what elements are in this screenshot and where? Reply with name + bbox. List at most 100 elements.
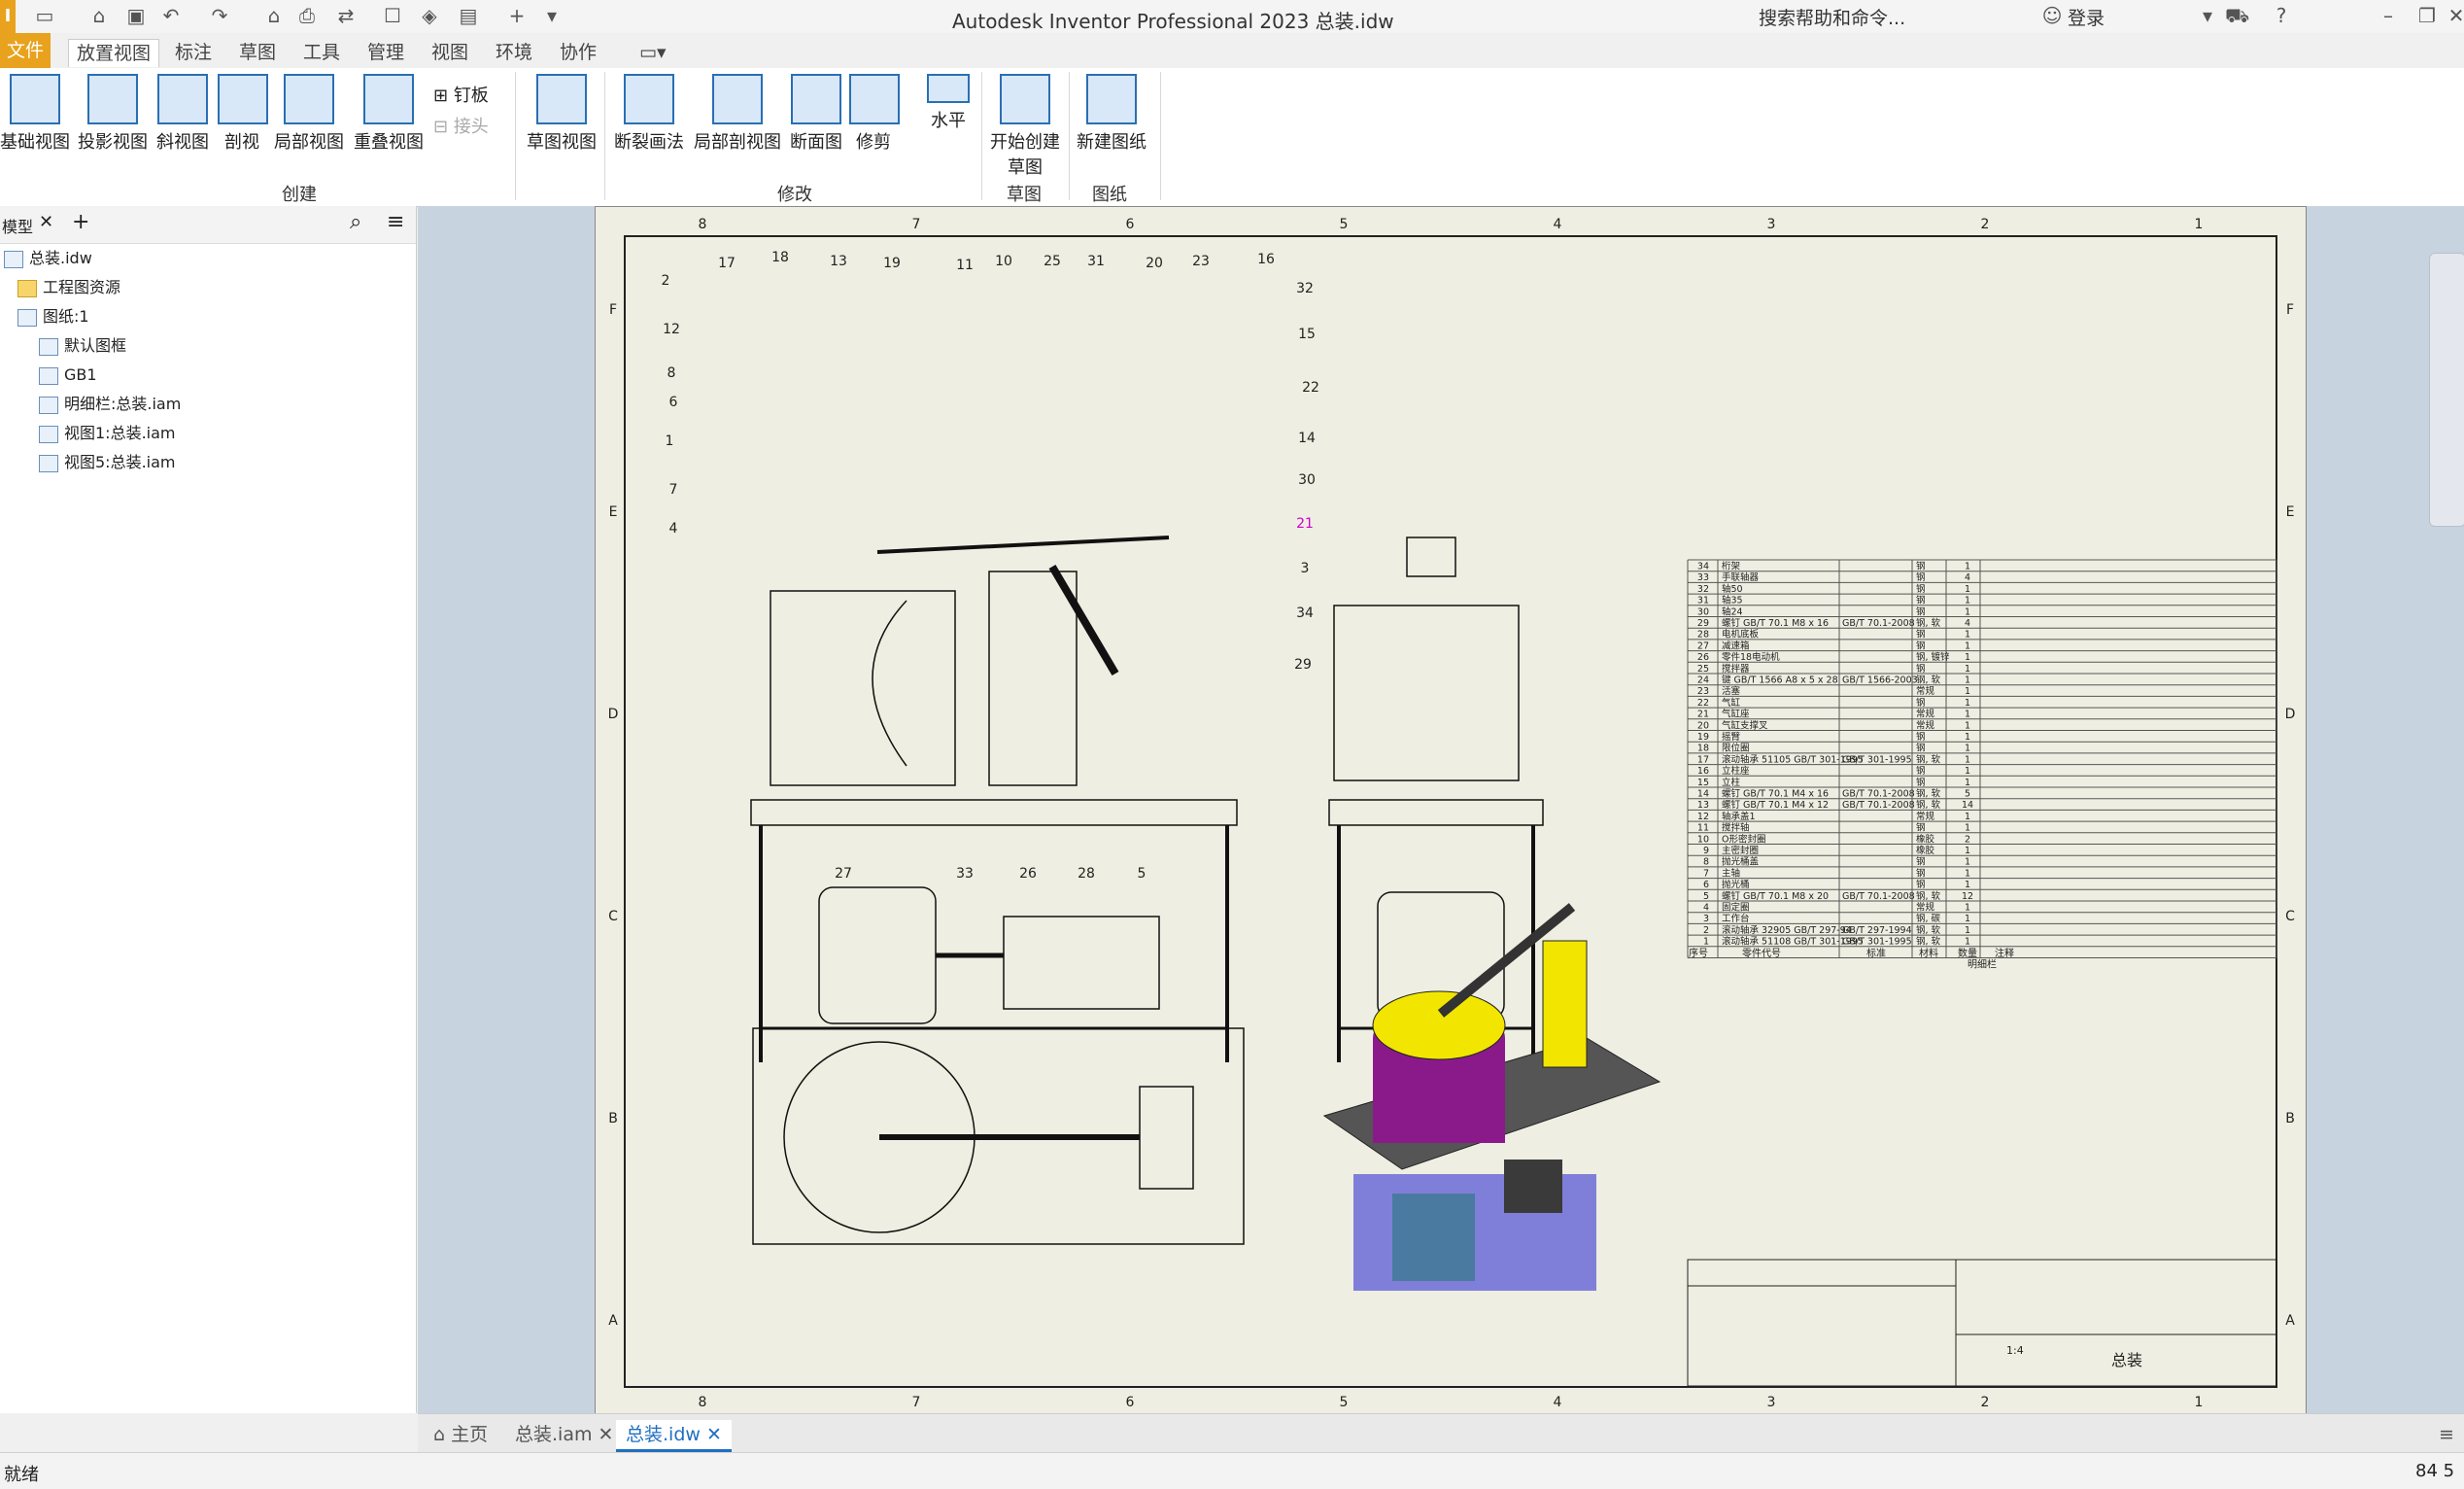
horizontal-align-button[interactable]: 水平 (919, 74, 977, 132)
bom-qty: 1 (1965, 732, 1970, 743)
bom-qty: 1 (1965, 937, 1970, 948)
balloon-6: 6 (669, 395, 678, 410)
bom-qty: 5 (1965, 789, 1970, 800)
zone-col-label: 8 (699, 1395, 707, 1410)
redo-icon[interactable]: ↷ (208, 4, 231, 27)
detail-view-button[interactable]: 局部视图 (272, 74, 346, 154)
tab-annotate[interactable]: 标注 (167, 39, 220, 66)
tab-view[interactable]: 视图 (424, 39, 476, 66)
bom-material: 钢, 软 (1916, 890, 1941, 902)
balloon-30: 30 (1298, 472, 1316, 488)
dropdown-icon[interactable]: ▾ (2196, 4, 2219, 27)
add-icon[interactable]: + (72, 210, 89, 234)
balloon-26: 26 (1019, 866, 1037, 882)
tree-item-parts-list[interactable]: 明细栏:总装.iam (39, 391, 181, 418)
tree-item-view1[interactable]: 视图1:总装.iam (39, 420, 176, 447)
section-view-button[interactable]: 剖视 (218, 74, 268, 154)
drawing-sheet[interactable]: 8877665544332211FFEEDDCCBBAA 17 18 13 19 11 1… (595, 206, 2307, 1417)
minimize-icon[interactable]: – (2377, 4, 2400, 27)
bom-part-name: 搅拌轴 (1722, 822, 1750, 834)
tab-tools[interactable]: 工具 (295, 39, 348, 66)
home-tab[interactable]: ⌂ 主页 (424, 1420, 497, 1449)
bom-header-cell: 注释 (1995, 947, 2014, 959)
bom-item-no: 5 (1703, 891, 1709, 902)
material-icon[interactable]: ▤ (457, 4, 480, 27)
balloon-27: 27 (835, 866, 852, 882)
tree-item-idw[interactable]: 总装.idw (4, 245, 92, 272)
overlay-view-button[interactable]: 重叠视图 (352, 74, 426, 154)
balloon-13: 13 (830, 254, 847, 269)
bom-item-no: 18 (1697, 744, 1709, 754)
tab-file[interactable]: 文件 (0, 33, 51, 68)
slice-button[interactable]: 断面图 (787, 74, 845, 154)
tab-manage[interactable]: 管理 (359, 39, 412, 66)
help-icon[interactable]: ? (2270, 4, 2293, 27)
tree-item-view5[interactable]: 视图5:总装.iam (39, 449, 176, 476)
cart-icon[interactable]: ⛟ (2225, 4, 2249, 27)
navigation-bar[interactable] (2429, 253, 2464, 527)
tab-menu-icon[interactable]: ≡ (2429, 1420, 2464, 1449)
bom-qty: 1 (1965, 914, 1970, 924)
tab-environments[interactable]: 环境 (488, 39, 540, 66)
undo-icon[interactable]: ↶ (159, 4, 183, 27)
nailboard-button[interactable]: ⊞ 钉板 (433, 82, 489, 107)
bom-qty: 1 (1965, 823, 1970, 834)
tree-item-drawing-resources[interactable]: 工程图资源 (17, 274, 120, 301)
bom-qty: 1 (1965, 754, 1970, 765)
close-icon[interactable]: ✕ (2445, 4, 2464, 27)
close-icon[interactable]: ✕ (39, 212, 53, 232)
measure-icon[interactable]: ⇄ (334, 4, 358, 27)
new-sheet-button[interactable]: 新建图纸 (1073, 74, 1150, 154)
bom-qty: 1 (1965, 903, 1970, 914)
break-out-button[interactable]: 局部剖视图 (692, 74, 783, 154)
bom-standard: GB/T 70.1-2008 (1842, 618, 1915, 629)
tab-place-views[interactable]: 放置视图 (68, 39, 160, 67)
bom-qty: 1 (1965, 812, 1970, 822)
login-link[interactable]: 登录 (2068, 4, 2105, 30)
balloon-32: 32 (1296, 281, 1314, 296)
new-file-icon[interactable]: ▭ (33, 4, 56, 27)
home-icon[interactable]: ⌂ (262, 4, 286, 27)
crop-button[interactable]: 修剪 (849, 74, 900, 154)
window-title: Autodesk Inventor Professional 2023 总装.i… (952, 10, 1394, 33)
add-icon[interactable]: + (505, 4, 529, 27)
print-icon[interactable]: ⎙ (295, 4, 319, 27)
auxiliary-view-button[interactable]: 斜视图 (155, 74, 210, 154)
search-icon[interactable]: ⌕ (350, 210, 361, 234)
base-view-button[interactable]: 基础视图 (0, 74, 70, 154)
restore-icon[interactable]: ❐ (2415, 4, 2439, 27)
menu-icon[interactable]: ≡ (387, 210, 404, 234)
projected-view-button[interactable]: 投影视图 (78, 74, 148, 154)
appearance-icon[interactable]: ◈ (418, 4, 441, 27)
document-tabs: ⌂ 主页 总装.iam ✕ 总装.idw ✕ ≡ (418, 1413, 2464, 1453)
ribbon-options-icon[interactable]: ▭▾ (632, 39, 674, 66)
tree-item-gb1[interactable]: GB1 (39, 362, 97, 389)
tab-collaborate[interactable]: 协作 (552, 39, 604, 66)
balloon-12: 12 (663, 322, 680, 337)
help-search-input[interactable]: 搜索帮助和命令... (1759, 4, 2002, 29)
bom-part-name: 固定圈 (1722, 902, 1750, 914)
balloon-3: 3 (1301, 561, 1310, 576)
bom-material: 钢, 软 (1916, 788, 1941, 800)
customize-icon[interactable]: ▾ (540, 4, 564, 27)
doc-tab-idw[interactable]: 总装.idw ✕ (616, 1420, 732, 1452)
bom-header-cell: 材料 (1919, 947, 1938, 959)
start-sketch-button[interactable]: 开始创建草图 (985, 74, 1065, 179)
inventor-logo-icon[interactable]: I (0, 0, 16, 33)
draft-view-button[interactable]: 草图视图 (525, 74, 599, 154)
doc-tab-iam[interactable]: 总装.iam ✕ (505, 1420, 623, 1449)
bom-item-no: 15 (1697, 778, 1709, 788)
tab-sketch[interactable]: 草图 (231, 39, 284, 66)
open-folder-icon[interactable]: ⌂ (87, 4, 111, 27)
bom-part-name: 螺钉 GB/T 70.1 M8 x 20 (1722, 891, 1829, 902)
save-icon[interactable]: ▣ (124, 4, 148, 27)
user-icon[interactable]: ☺ (2040, 4, 2064, 27)
status-bar: 就绪 84 5 (0, 1452, 2464, 1489)
break-button[interactable]: 断裂画法 (612, 74, 686, 154)
bom-part-name: 搅拌器 (1722, 663, 1750, 675)
select-icon[interactable]: ☐ (381, 4, 404, 27)
bom-qty: 1 (1965, 664, 1970, 675)
tree-item-default-border[interactable]: 默认图框 (39, 332, 126, 360)
browser-tab-model[interactable]: 模型 (2, 214, 33, 237)
tree-item-sheet[interactable]: 图纸:1 (17, 303, 89, 330)
